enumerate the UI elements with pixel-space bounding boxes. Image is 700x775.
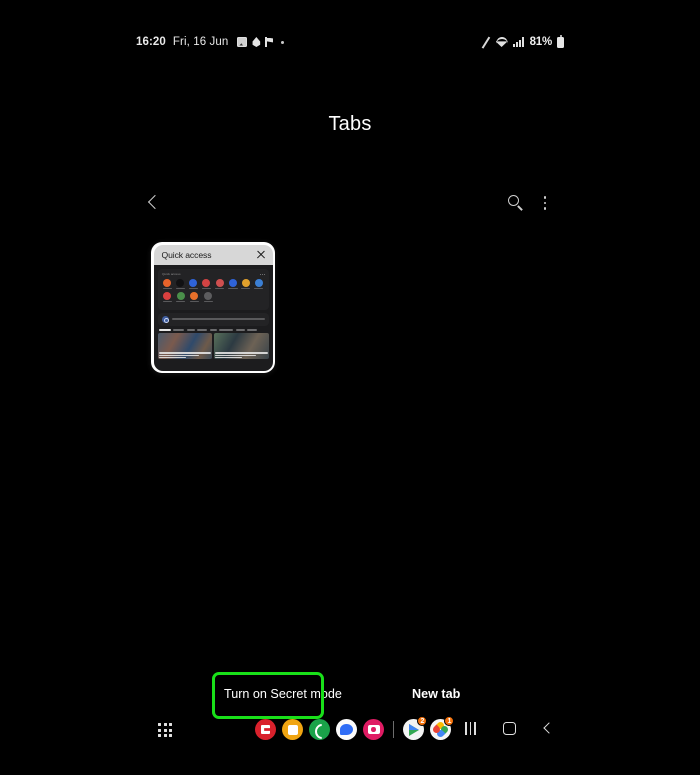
preview-search-row <box>157 312 269 326</box>
preview-news-row <box>157 333 269 360</box>
home-icon[interactable] <box>503 721 516 735</box>
back-icon[interactable] <box>541 721 555 735</box>
shortcut-row-1 <box>162 278 265 290</box>
shortcut-2 <box>175 278 186 290</box>
category-tab-4 <box>209 328 217 331</box>
status-date: Fri, 16 Jun <box>172 36 229 48</box>
google-photos-badge: 1 <box>444 716 455 726</box>
tabs-bottom-bar: Turn on Secret mode New tab <box>0 687 700 711</box>
news-card-1-caption <box>158 352 211 359</box>
status-bar: 16:20 Fri, 16 Jun 81% <box>0 34 700 56</box>
shortcut-row-2 <box>162 291 265 303</box>
preview-category-tabs <box>158 328 269 331</box>
news-card-2 <box>214 333 269 360</box>
quick-access-header: Quick access <box>161 272 265 276</box>
status-bar-right: 81% <box>480 34 564 48</box>
status-notification-icons <box>237 37 285 47</box>
shortcut-12 <box>202 291 214 303</box>
status-time: 16:20 <box>136 36 166 48</box>
drop-icon <box>252 37 261 47</box>
tab-card-title: Quick access <box>161 249 212 260</box>
category-tab-5 <box>219 328 233 331</box>
app-icon-orange[interactable] <box>282 719 303 740</box>
more-vertical-icon[interactable] <box>536 193 554 213</box>
search-icon[interactable] <box>506 193 526 213</box>
category-tab-7 <box>247 328 257 331</box>
shortcut-4 <box>201 278 212 290</box>
chevron-left-icon[interactable] <box>142 191 164 215</box>
battery-percent: 81% <box>529 36 553 48</box>
close-icon[interactable] <box>256 249 267 260</box>
phone-screen: 16:20 Fri, 16 Jun 81% Tabs Quick access … <box>0 0 700 775</box>
flag-icon <box>265 37 274 47</box>
search-bubble-icon <box>161 315 169 323</box>
category-tab-0 <box>158 328 171 331</box>
shortcut-1 <box>162 278 173 290</box>
quick-access-panel: Quick access <box>157 268 269 310</box>
gallery-icon <box>237 37 248 47</box>
shortcut-10 <box>175 291 187 303</box>
shortcut-6 <box>227 278 238 290</box>
turn-on-secret-mode-button[interactable]: Turn on Secret mode <box>224 687 342 701</box>
messages-icon[interactable] <box>336 719 357 740</box>
apps-grid-icon[interactable] <box>158 723 176 741</box>
news-card-2-caption <box>215 352 268 359</box>
signal-icon <box>512 37 525 47</box>
app-icon-red[interactable] <box>255 719 276 740</box>
news-card-1 <box>157 333 212 360</box>
search-lens <box>508 195 519 206</box>
system-taskbar: 2 1 <box>0 716 700 747</box>
shortcut-5 <box>214 278 225 290</box>
category-tab-3 <box>197 328 207 331</box>
taskbar-app-icons: 2 1 <box>255 716 455 740</box>
recents-icon[interactable] <box>463 721 478 735</box>
category-tab-6 <box>235 328 245 331</box>
slash-icon <box>480 37 491 48</box>
status-bar-left: 16:20 Fri, 16 Jun <box>136 36 285 48</box>
play-store-icon[interactable]: 2 <box>403 716 428 740</box>
tab-card-quick-access[interactable]: Quick access Quick access <box>151 242 275 373</box>
shortcut-7 <box>240 278 251 290</box>
search-handle <box>517 205 523 211</box>
phone-icon[interactable] <box>309 719 330 740</box>
quick-access-label: Quick access <box>161 272 181 276</box>
tab-card-preview: Quick access <box>153 264 273 371</box>
page-title: Tabs <box>328 113 372 135</box>
tabs-toolbar <box>136 189 564 217</box>
navigation-buttons <box>463 721 555 735</box>
battery-icon <box>557 34 564 48</box>
tab-card-header: Quick access <box>153 244 273 265</box>
camera-icon[interactable] <box>363 719 384 740</box>
preview-search-text <box>171 318 265 320</box>
wifi-icon <box>495 37 508 47</box>
play-store-badge: 2 <box>417 716 428 726</box>
category-tab-2 <box>186 328 195 331</box>
quick-access-more-icon <box>259 273 265 275</box>
taskbar-divider <box>393 721 395 738</box>
shortcut-3 <box>188 278 199 290</box>
shortcut-9 <box>162 291 174 303</box>
new-tab-button[interactable]: New tab <box>412 687 460 701</box>
category-tab-1 <box>173 328 184 331</box>
shortcut-11 <box>189 291 201 303</box>
dot-indicator <box>281 40 285 44</box>
google-photos-icon[interactable]: 1 <box>430 716 455 740</box>
shortcut-8 <box>253 278 264 290</box>
